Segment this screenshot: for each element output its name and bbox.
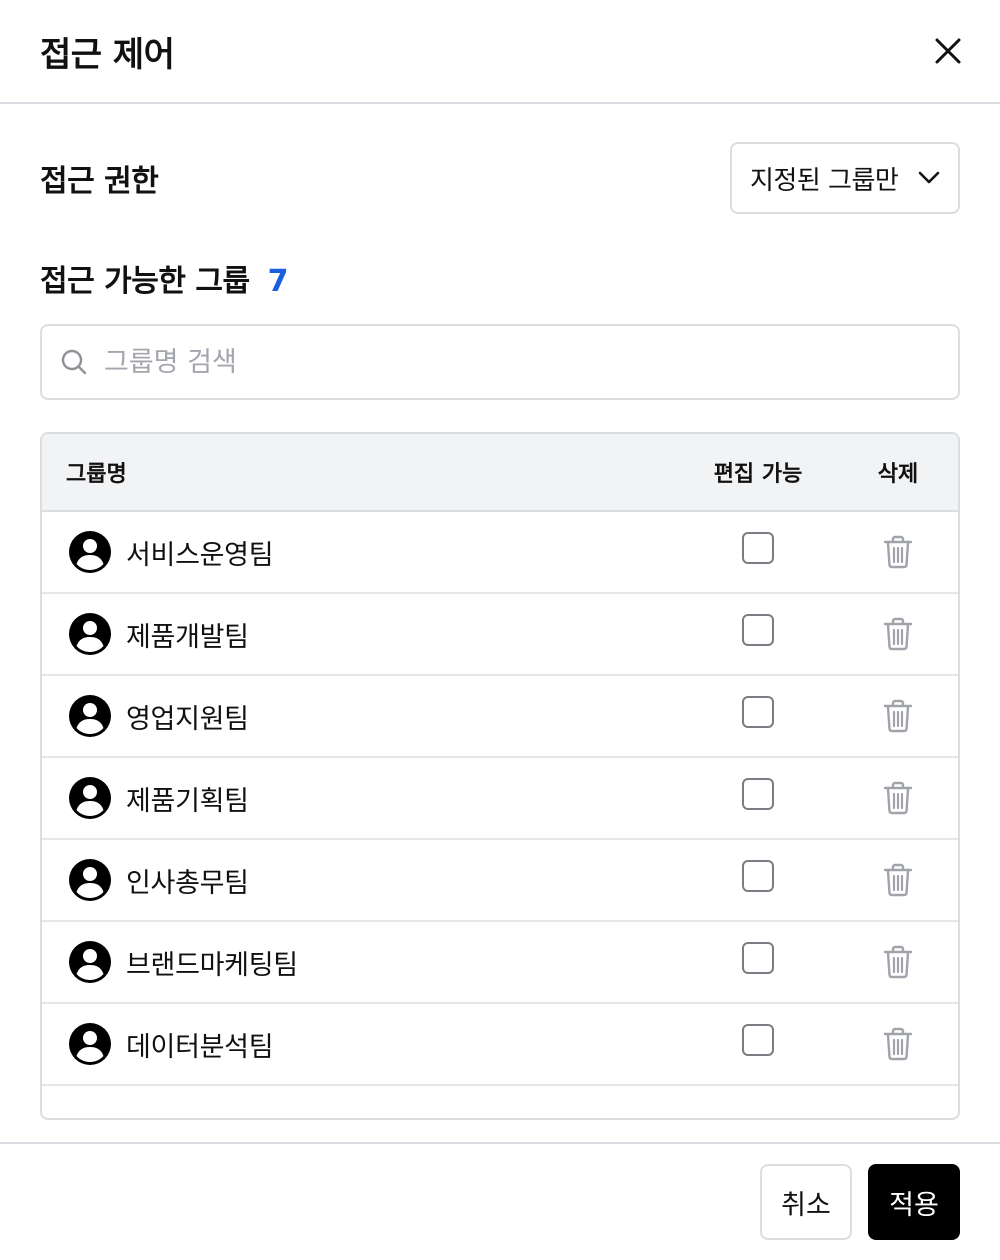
delete-cell xyxy=(838,781,958,815)
trash-icon xyxy=(883,781,913,815)
trash-icon xyxy=(883,535,913,569)
user-avatar-icon xyxy=(69,859,111,901)
table-row: 영업지원팀 xyxy=(42,676,958,758)
table-row: 제품기획팀 xyxy=(42,758,958,840)
table-row: 인사총무팀 xyxy=(42,840,958,922)
editable-cell xyxy=(678,696,838,728)
delete-cell xyxy=(838,617,958,651)
user-avatar-icon xyxy=(69,613,111,655)
editable-checkbox[interactable] xyxy=(742,942,774,974)
trash-icon xyxy=(883,863,913,897)
group-name: 제품기획팀 xyxy=(126,785,249,817)
group-cell: 영업지원팀 xyxy=(42,694,678,738)
editable-checkbox[interactable] xyxy=(742,778,774,810)
trash-icon xyxy=(883,617,913,651)
editable-checkbox[interactable] xyxy=(742,696,774,728)
chevron-down-icon xyxy=(918,171,940,184)
group-cell: 데이터분석팀 xyxy=(42,1022,678,1066)
header-delete: 삭제 xyxy=(877,462,919,487)
editable-cell xyxy=(678,614,838,646)
delete-button[interactable] xyxy=(838,863,958,897)
search-icon xyxy=(61,349,87,375)
group-name: 영업지원팀 xyxy=(126,703,249,735)
groups-count: 7 xyxy=(267,264,289,299)
group-search-input[interactable] xyxy=(104,346,940,378)
table-row: 서비스운영팀 xyxy=(42,512,958,594)
delete-button[interactable] xyxy=(838,1027,958,1061)
cancel-button[interactable]: 취소 xyxy=(760,1164,852,1240)
editable-checkbox[interactable] xyxy=(742,532,774,564)
header-name: 그룹명 xyxy=(66,462,127,487)
groups-title: 접근 가능한 그룹 xyxy=(40,264,250,299)
table-row: 브랜드마케팅팀 xyxy=(42,922,958,1004)
permission-select[interactable]: 지정된 그룹만 xyxy=(730,142,960,214)
delete-cell xyxy=(838,1027,958,1061)
editable-cell xyxy=(678,942,838,974)
group-search xyxy=(40,324,960,400)
user-avatar-icon xyxy=(69,531,111,573)
delete-button[interactable] xyxy=(838,535,958,569)
access-control-dialog: 접근 제어 접근 권한 지정된 그룹만 접근 가능한 그룹 7 그룹명 검색 그… xyxy=(0,0,1000,1260)
user-avatar-icon xyxy=(69,777,111,819)
trash-icon xyxy=(883,945,913,979)
delete-cell xyxy=(838,699,958,733)
delete-button[interactable] xyxy=(838,699,958,733)
group-name: 서비스운영팀 xyxy=(126,539,274,571)
editable-cell xyxy=(678,1024,838,1056)
group-cell: 브랜드마케팅팀 xyxy=(42,940,678,984)
table-header: 그룹명 편집 가능 삭제 xyxy=(42,434,958,512)
user-avatar-icon xyxy=(69,1023,111,1065)
close-button[interactable] xyxy=(928,31,968,71)
close-icon xyxy=(935,38,961,64)
table-body: 서비스운영팀 제품개발팀 영업지원팀 제품기획팀 인사총무팀 브랜드마케팅팀 데… xyxy=(42,512,958,1086)
groups-table: 그룹명 편집 가능 삭제 서비스운영팀 제품개발팀 영업지원팀 제품기획팀 인사… xyxy=(40,432,960,1120)
dialog-header: 접근 제어 xyxy=(0,0,1000,104)
editable-checkbox[interactable] xyxy=(742,860,774,892)
user-avatar-icon xyxy=(69,695,111,737)
header-editable: 편집 가능 xyxy=(713,462,803,487)
group-cell: 서비스운영팀 xyxy=(42,530,678,574)
dialog-body: 접근 권한 지정된 그룹만 접근 가능한 그룹 7 그룹명 편집 가능 xyxy=(0,104,1000,1120)
editable-cell xyxy=(678,532,838,564)
dialog-footer: 취소 적용 xyxy=(0,1142,1000,1260)
table-row: 제품개발팀 xyxy=(42,594,958,676)
delete-cell xyxy=(838,945,958,979)
groups-heading: 접근 가능한 그룹 7 xyxy=(40,256,960,299)
user-avatar-icon xyxy=(69,941,111,983)
trash-icon xyxy=(883,1027,913,1061)
group-name: 제품개발팀 xyxy=(126,621,249,653)
editable-checkbox[interactable] xyxy=(742,1024,774,1056)
delete-button[interactable] xyxy=(838,617,958,651)
group-cell: 제품기획팀 xyxy=(42,776,678,820)
trash-icon xyxy=(883,699,913,733)
dialog-title: 접근 제어 xyxy=(40,34,175,75)
permission-label: 접근 권한 xyxy=(40,164,159,199)
delete-button[interactable] xyxy=(838,945,958,979)
delete-button[interactable] xyxy=(838,781,958,815)
permission-select-value: 지정된 그룹만 xyxy=(750,165,899,196)
group-cell: 인사총무팀 xyxy=(42,858,678,902)
editable-checkbox[interactable] xyxy=(742,614,774,646)
group-name: 데이터분석팀 xyxy=(126,1031,274,1063)
permission-row: 접근 권한 지정된 그룹만 xyxy=(40,104,960,252)
group-name: 인사총무팀 xyxy=(126,867,249,899)
group-cell: 제품개발팀 xyxy=(42,612,678,656)
table-row: 데이터분석팀 xyxy=(42,1004,958,1086)
apply-button[interactable]: 적용 xyxy=(868,1164,960,1240)
editable-cell xyxy=(678,860,838,892)
editable-cell xyxy=(678,778,838,810)
delete-cell xyxy=(838,535,958,569)
group-name: 브랜드마케팅팀 xyxy=(126,949,298,981)
delete-cell xyxy=(838,863,958,897)
